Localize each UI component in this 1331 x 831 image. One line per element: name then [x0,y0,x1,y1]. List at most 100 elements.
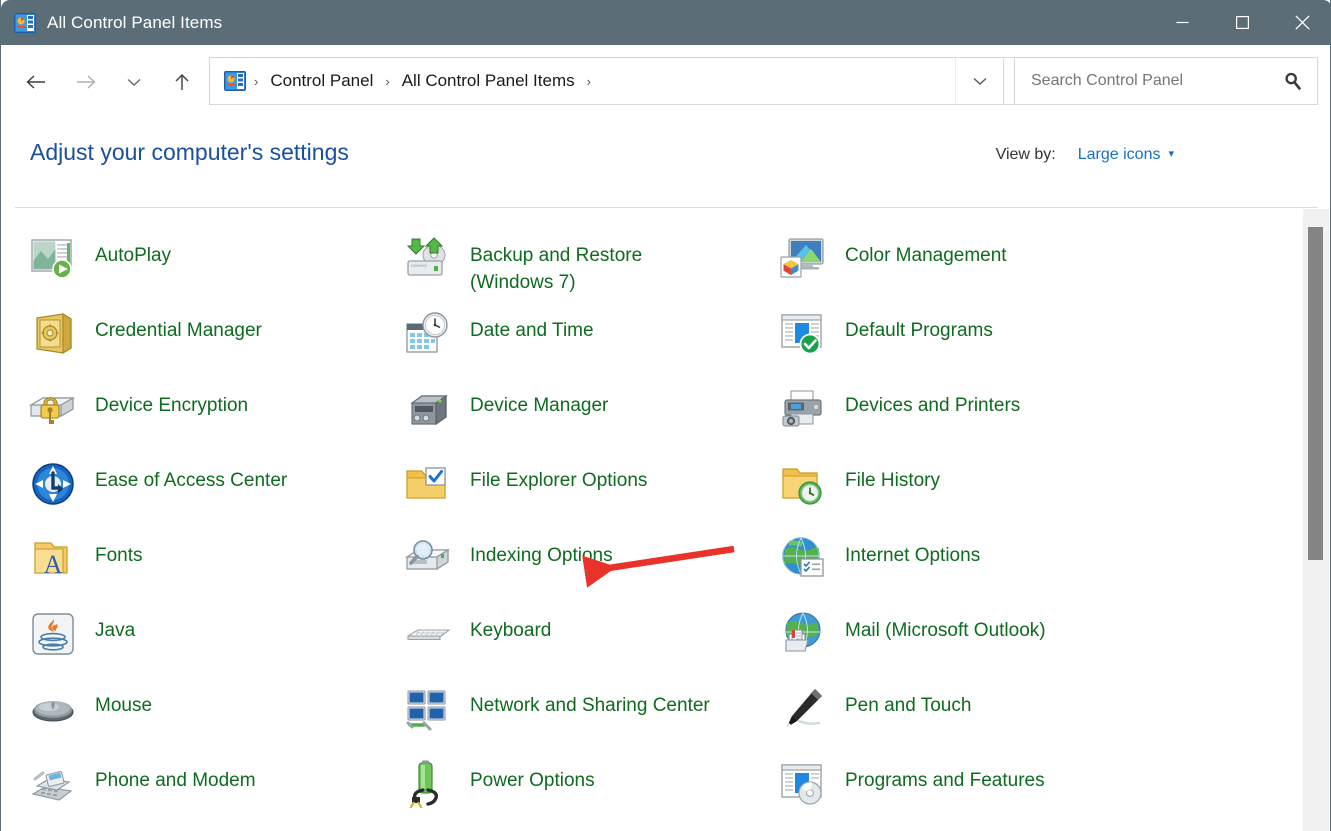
list-item-label[interactable]: Date and Time [470,310,594,344]
list-item-label[interactable]: Pen and Touch [845,685,971,719]
list-item[interactable]: Programs and Features [773,753,1173,828]
list-item[interactable]: File Explorer Options [398,453,773,528]
list-item[interactable]: Mouse [23,678,398,753]
list-item-label[interactable]: Power Options [470,760,595,794]
list-item-label[interactable]: Default Programs [845,310,993,344]
list-item-label[interactable]: Internet Options [845,535,980,569]
list-item-label[interactable]: Fonts [95,535,143,569]
device-manager-icon [404,385,452,433]
list-item-label[interactable]: Network and Sharing Center [470,685,710,719]
up-button[interactable] [161,61,203,103]
power-options-icon [404,760,452,808]
list-item[interactable]: Default Programs [773,303,1173,378]
list-item-label[interactable]: Device Manager [470,385,608,419]
forward-button[interactable] [65,61,107,103]
autoplay-icon [29,235,77,283]
recent-locations-button[interactable] [113,61,155,103]
devices-printers-icon [779,385,827,433]
mouse-icon [29,685,77,733]
items-area: AutoPlay Backup and Restore (Wind [1,209,1331,831]
list-item-label[interactable]: Mail (Microsoft Outlook) [845,610,1046,644]
file-history-icon [779,460,827,508]
list-item-label[interactable]: Device Encryption [95,385,248,419]
scrollbar-thumb[interactable] [1308,227,1323,560]
breadcrumb-item-control-panel[interactable]: Control Panel [266,68,377,94]
breadcrumb-item-all-control-panel-items[interactable]: All Control Panel Items [398,68,579,94]
view-by-value[interactable]: Large icons [1078,146,1161,164]
internet-options-icon [779,535,827,583]
list-item-label[interactable]: Programs and Features [845,760,1045,794]
list-item[interactable]: Indexing Options [398,528,773,603]
date-time-icon [404,310,452,358]
header-strip: Adjust your computer's settings View by:… [1,118,1331,208]
list-item-label[interactable]: Devices and Printers [845,385,1020,419]
page-title: Adjust your computer's settings [30,139,349,166]
view-by-label: View by: [996,146,1056,164]
search-input[interactable] [1029,71,1257,91]
list-item-label[interactable]: Mouse [95,685,152,719]
list-item-label[interactable]: Backup and Restore (Windows 7) [470,235,730,296]
phone-modem-icon [29,760,77,808]
list-item[interactable]: Keyboard [398,603,773,678]
list-item[interactable]: Devices and Printers [773,378,1173,453]
list-item[interactable]: Ease of Access Center [23,453,398,528]
list-item[interactable]: Date and Time [398,303,773,378]
list-item[interactable]: Phone and Modem [23,753,398,828]
list-item-label[interactable]: Indexing Options [470,535,613,569]
device-encryption-icon [29,385,77,433]
vertical-scrollbar[interactable] [1303,209,1329,831]
list-item[interactable]: Device Encryption [23,378,398,453]
list-item[interactable]: AutoPlay [23,228,398,303]
window-title: All Control Panel Items [47,13,222,33]
list-item[interactable]: Pen and Touch [773,678,1173,753]
maximize-button[interactable] [1212,0,1272,45]
list-item[interactable]: Power Options [398,753,773,828]
list-item[interactable]: Device Manager [398,378,773,453]
list-item-label[interactable]: Java [95,610,135,644]
list-item[interactable]: Network and Sharing Center [398,678,773,753]
close-button[interactable] [1272,0,1331,45]
list-item-label[interactable]: Keyboard [470,610,551,644]
back-button[interactable] [15,61,57,103]
list-item-label[interactable]: Color Management [845,235,1007,269]
mail-icon [779,610,827,658]
list-item[interactable]: File History [773,453,1173,528]
list-item[interactable]: Internet Options [773,528,1173,603]
default-programs-icon [779,310,827,358]
breadcrumb-separator: › [377,74,397,89]
list-item-label[interactable]: File Explorer Options [470,460,647,494]
file-explorer-options-icon [404,460,452,508]
search-box[interactable] [1014,57,1318,105]
address-bar[interactable]: › Control Panel › All Control Panel Item… [209,57,1004,105]
window-controls [1152,0,1331,45]
list-item[interactable]: Color Management [773,228,1173,303]
breadcrumb-separator[interactable]: › [579,74,599,89]
header-divider [15,207,1318,208]
minimize-button[interactable] [1152,0,1212,45]
java-icon [29,610,77,658]
list-item[interactable]: Java [23,603,398,678]
list-item[interactable]: Mail (Microsoft Outlook) [773,603,1173,678]
svg-text:A: A [44,550,63,579]
list-item[interactable]: Credential Manager [23,303,398,378]
list-item-label[interactable]: Credential Manager [95,310,262,344]
control-panel-window: All Control Panel Items [0,0,1331,831]
list-item-label[interactable]: Ease of Access Center [95,460,287,494]
ease-of-access-icon [29,460,77,508]
breadcrumb-separator: › [246,74,266,89]
list-item-label[interactable]: Phone and Modem [95,760,256,794]
pen-touch-icon [779,685,827,733]
programs-features-icon [779,760,827,808]
control-panel-items-grid: AutoPlay Backup and Restore (Wind [1,228,1298,828]
chevron-down-icon[interactable]: ▾ [1168,147,1174,160]
network-sharing-icon [404,685,452,733]
address-dropdown-button[interactable] [955,58,1003,104]
view-by-control[interactable]: View by: Large icons ▾ [996,146,1174,164]
list-item-label[interactable]: AutoPlay [95,235,171,269]
list-item[interactable]: Backup and Restore (Windows 7) [398,228,773,303]
control-panel-icon [14,13,36,33]
search-icon[interactable] [1283,71,1303,91]
list-item-label[interactable]: File History [845,460,940,494]
list-item[interactable]: A Fonts [23,528,398,603]
title-bar: All Control Panel Items [1,0,1331,45]
